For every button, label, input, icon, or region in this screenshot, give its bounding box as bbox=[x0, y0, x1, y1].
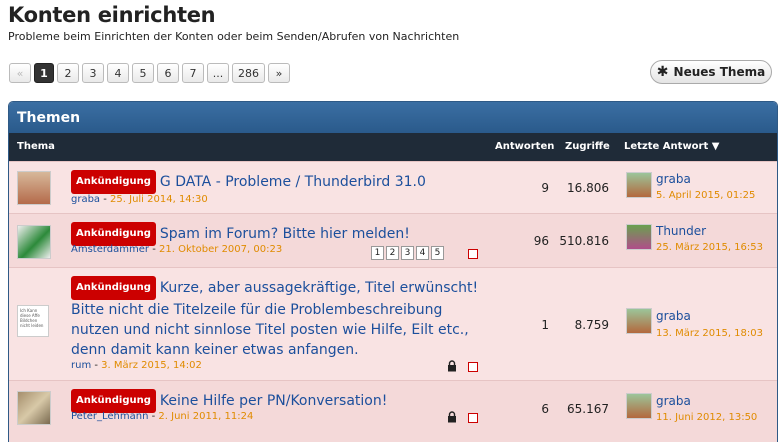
avatar[interactable] bbox=[17, 225, 51, 259]
sort-down-icon: ▼ bbox=[711, 141, 720, 152]
last-post-date[interactable]: 5. April 2015, 01:25 bbox=[656, 190, 755, 201]
thread-pages: 1 2 3 4 5 bbox=[371, 246, 444, 260]
table-row[interactable]: Ankündigung G DATA - Probleme / Thunderbi… bbox=[9, 161, 777, 214]
page-last[interactable]: 286 bbox=[232, 63, 265, 83]
last-poster-avatar[interactable] bbox=[626, 172, 652, 198]
avatar[interactable] bbox=[17, 171, 51, 205]
page-5[interactable]: 5 bbox=[132, 63, 154, 83]
page-title: Konten einrichten bbox=[8, 3, 216, 27]
thread-date: 21. Oktober 2007, 00:23 bbox=[159, 244, 283, 255]
last-post-date[interactable]: 13. März 2015, 18:03 bbox=[656, 328, 763, 339]
announcement-badge: Ankündigung bbox=[71, 276, 156, 300]
last-poster-avatar[interactable] bbox=[626, 308, 652, 334]
col-topic[interactable]: Thema bbox=[17, 141, 55, 152]
reply-count: 6 bbox=[541, 402, 549, 416]
view-count: 510.816 bbox=[559, 234, 609, 248]
last-poster[interactable]: graba bbox=[656, 172, 691, 186]
thread-page-5[interactable]: 5 bbox=[431, 246, 444, 260]
thread-title[interactable]: Ankündigung G DATA - Probleme / Thunderbi… bbox=[71, 170, 426, 194]
thread-meta: Peter_Lehmann - 2. Juni 2011, 11:24 bbox=[71, 411, 254, 422]
reply-count: 1 bbox=[541, 318, 549, 332]
last-post-date[interactable]: 11. Juni 2012, 13:50 bbox=[656, 412, 757, 423]
page-7[interactable]: 7 bbox=[182, 63, 204, 83]
announcement-badge: Ankündigung bbox=[71, 222, 156, 246]
select-checkbox[interactable] bbox=[468, 362, 478, 372]
avatar[interactable]: Ich Kann diese Affe Bildchen nicht leide… bbox=[17, 305, 49, 337]
thread-author[interactable]: Amsterdammer bbox=[71, 244, 149, 255]
announcement-badge: Ankündigung bbox=[71, 170, 156, 194]
page-4[interactable]: 4 bbox=[107, 63, 129, 83]
thread-title[interactable]: Ankündigung Keine Hilfe per PN/Konversati… bbox=[71, 389, 387, 413]
announcement-badge: Ankündigung bbox=[71, 389, 156, 413]
view-count: 65.167 bbox=[567, 402, 609, 416]
thread-page-1[interactable]: 1 bbox=[371, 246, 384, 260]
reply-count: 9 bbox=[541, 181, 549, 195]
table-row[interactable]: Ankündigung Keine Hilfe per PN/Konversati… bbox=[9, 380, 777, 442]
lock-icon bbox=[448, 411, 456, 423]
column-header: Thema Antworten Zugriffe Letzte Antwort … bbox=[9, 133, 777, 161]
select-checkbox[interactable] bbox=[468, 249, 478, 259]
thread-meta: rum - 3. März 2015, 14:02 bbox=[71, 360, 202, 371]
thread-page-4[interactable]: 4 bbox=[416, 246, 429, 260]
page-1[interactable]: 1 bbox=[34, 63, 54, 83]
table-row[interactable]: Ankündigung Spam im Forum? Bitte hier mel… bbox=[9, 213, 777, 268]
pagination: « 1 2 3 4 5 6 7 ... 286 » bbox=[9, 63, 290, 83]
table-row[interactable]: Ich Kann diese Affe Bildchen nicht leide… bbox=[9, 267, 777, 381]
reply-count: 96 bbox=[533, 234, 549, 248]
page-3[interactable]: 3 bbox=[82, 63, 104, 83]
page-6[interactable]: 6 bbox=[157, 63, 179, 83]
new-thread-button[interactable]: ✱ Neues Thema bbox=[650, 60, 772, 84]
thread-title[interactable]: Ankündigung Kurze, aber aussagekräftige, … bbox=[71, 276, 478, 360]
page-subtitle: Probleme beim Einrichten der Konten oder… bbox=[8, 30, 460, 43]
last-post-date[interactable]: 25. März 2015, 16:53 bbox=[656, 242, 763, 253]
thread-meta: graba - 25. Juli 2014, 14:30 bbox=[71, 194, 208, 205]
thread-date: 3. März 2015, 14:02 bbox=[101, 360, 202, 371]
col-views[interactable]: Zugriffe bbox=[565, 141, 610, 152]
prev-page-button[interactable]: « bbox=[9, 63, 31, 83]
last-poster[interactable]: graba bbox=[656, 309, 691, 323]
next-page-button[interactable]: » bbox=[268, 63, 290, 83]
thread-author[interactable]: Peter_Lehmann bbox=[71, 411, 148, 422]
asterisk-icon: ✱ bbox=[656, 64, 669, 80]
thread-date: 25. Juli 2014, 14:30 bbox=[110, 194, 208, 205]
thread-author[interactable]: graba bbox=[71, 194, 100, 205]
thread-meta: Amsterdammer - 21. Oktober 2007, 00:23 bbox=[71, 244, 283, 255]
last-poster[interactable]: Thunder bbox=[656, 224, 706, 238]
thread-date: 2. Juni 2011, 11:24 bbox=[158, 411, 254, 422]
thread-title[interactable]: Ankündigung Spam im Forum? Bitte hier mel… bbox=[71, 222, 410, 246]
page-2[interactable]: 2 bbox=[57, 63, 79, 83]
last-poster[interactable]: graba bbox=[656, 394, 691, 408]
panel-title: Themen bbox=[9, 102, 777, 133]
lock-icon bbox=[448, 360, 456, 372]
threads-panel: Themen Thema Antworten Zugriffe Letzte A… bbox=[8, 101, 778, 442]
last-poster-avatar[interactable] bbox=[626, 224, 652, 250]
avatar[interactable] bbox=[17, 391, 51, 425]
page-ellipsis[interactable]: ... bbox=[207, 63, 229, 83]
new-thread-label: Neues Thema bbox=[673, 65, 766, 79]
select-checkbox[interactable] bbox=[468, 413, 478, 423]
thread-page-3[interactable]: 3 bbox=[401, 246, 414, 260]
col-replies[interactable]: Antworten bbox=[495, 141, 554, 152]
view-count: 16.806 bbox=[567, 181, 609, 195]
view-count: 8.759 bbox=[574, 318, 609, 332]
last-poster-avatar[interactable] bbox=[626, 393, 652, 419]
thread-author[interactable]: rum bbox=[71, 360, 91, 371]
col-last-reply[interactable]: Letzte Antwort ▼ bbox=[624, 141, 719, 152]
thread-page-2[interactable]: 2 bbox=[386, 246, 399, 260]
